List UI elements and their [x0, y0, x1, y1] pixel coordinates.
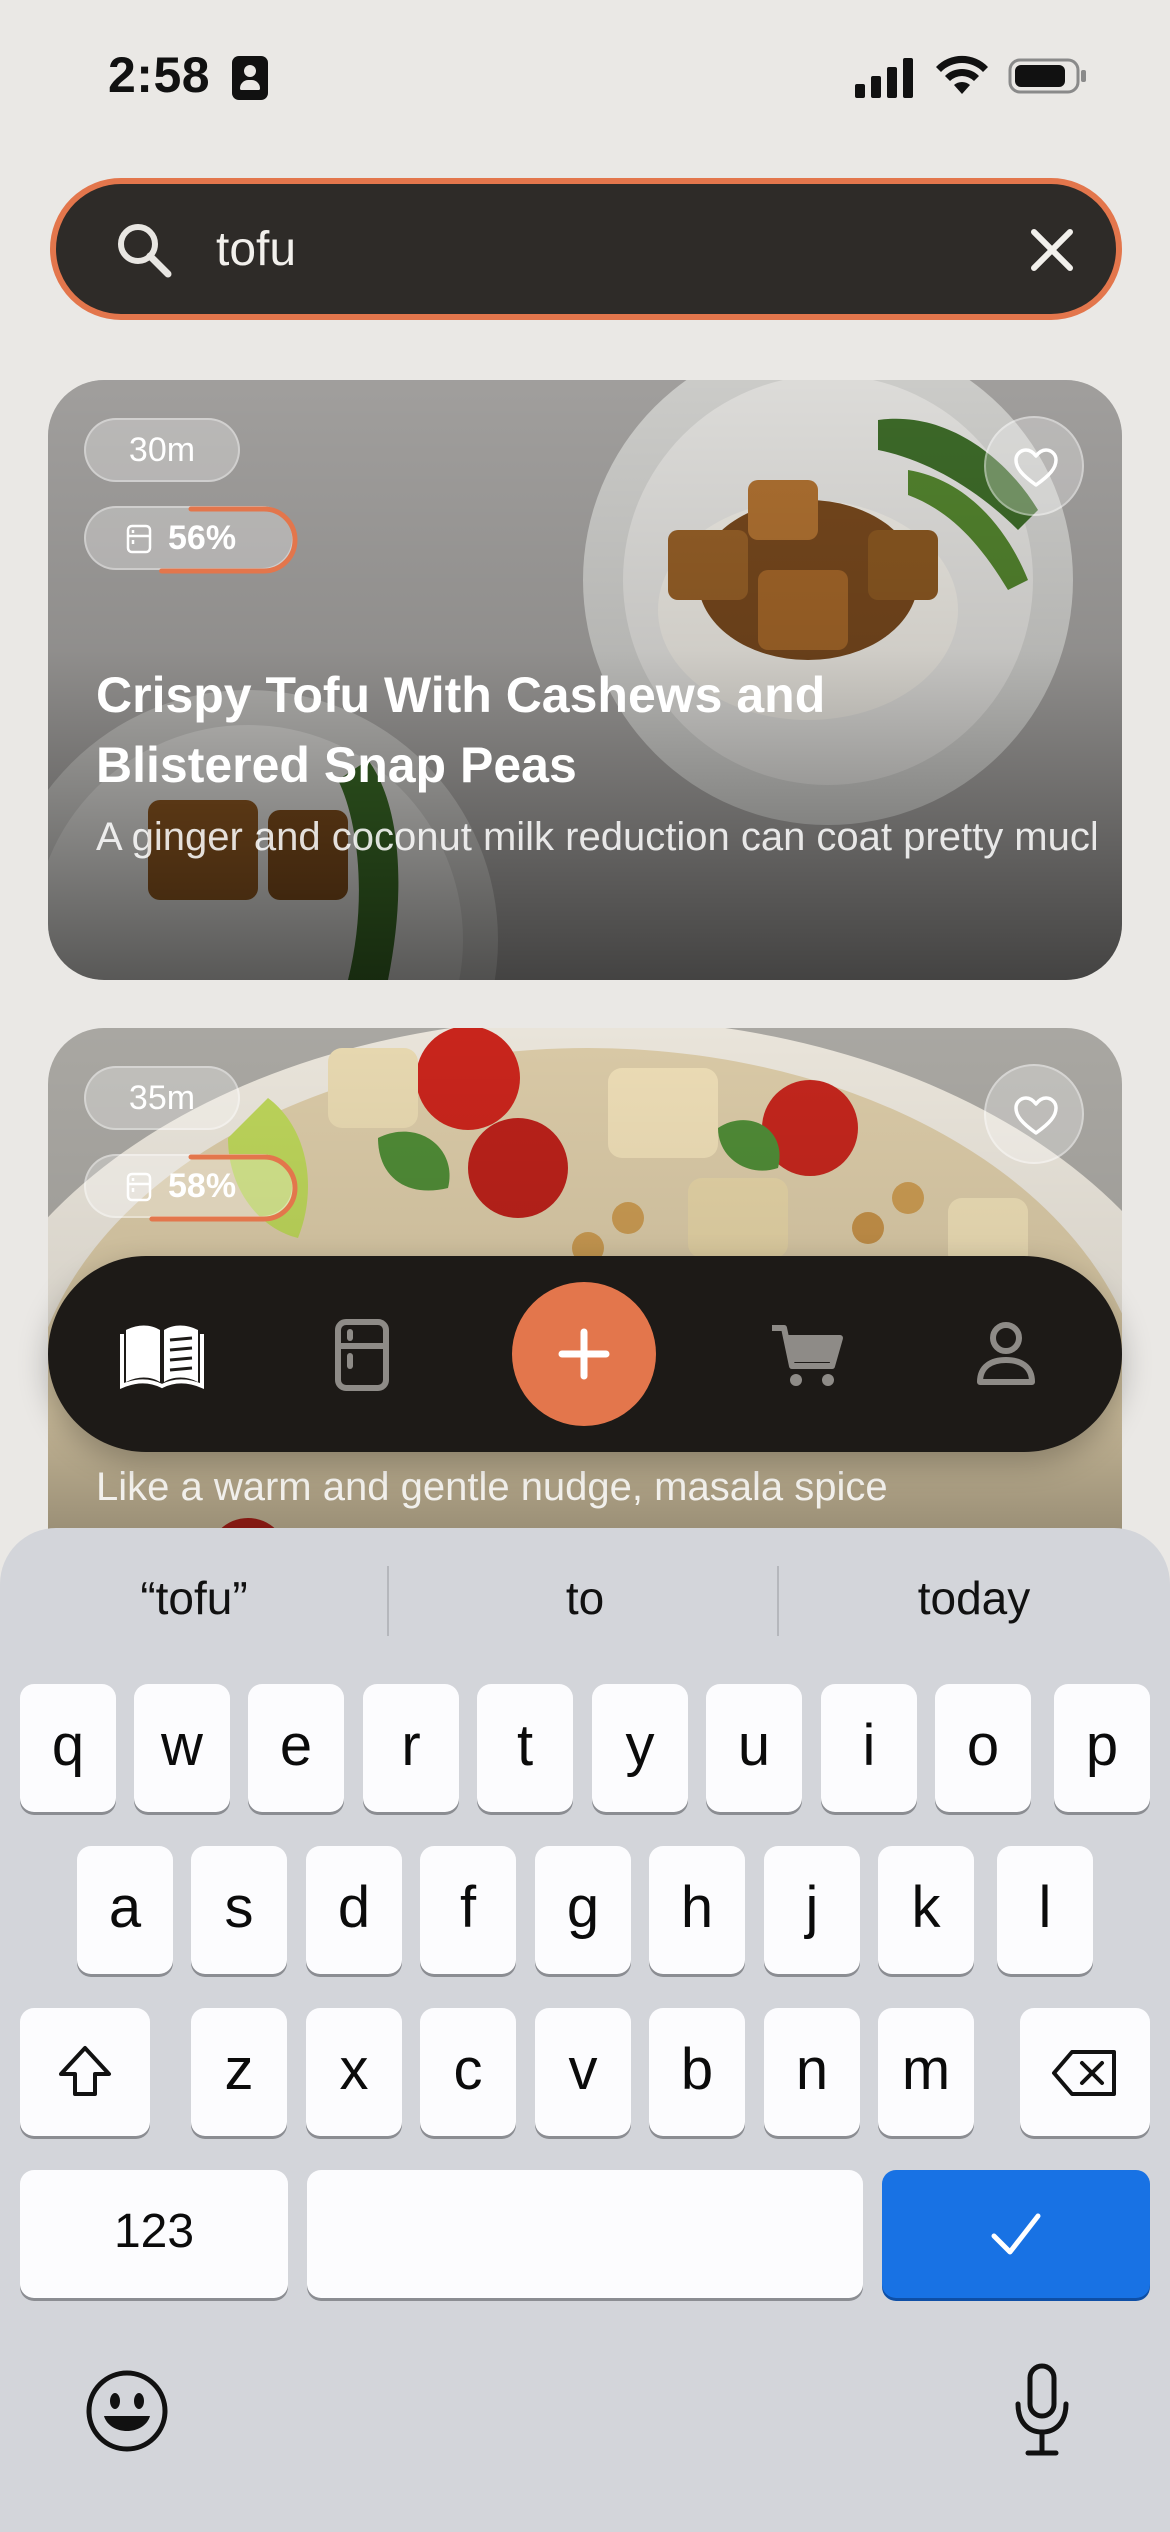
microphone-icon[interactable] — [1010, 2362, 1074, 2458]
status-bar: 2:58 — [0, 0, 1170, 150]
match-percent: 56% — [168, 519, 237, 557]
fridge-icon — [335, 1319, 389, 1391]
key-u[interactable]: u — [706, 1684, 802, 1812]
key-l[interactable]: l — [997, 1846, 1093, 1974]
key-q[interactable]: q — [20, 1684, 116, 1812]
suggestion-divider — [387, 1566, 389, 1636]
key-a[interactable]: a — [77, 1846, 173, 1974]
key-w[interactable]: w — [134, 1684, 230, 1812]
tab-bar — [48, 1256, 1122, 1452]
suggestion-3[interactable]: today — [780, 1548, 1168, 1648]
key-j[interactable]: j — [764, 1846, 860, 1974]
key-b[interactable]: b — [649, 2008, 745, 2136]
key-z[interactable]: z — [191, 2008, 287, 2136]
recipe-description: A ginger and coconut milk reduction can … — [96, 815, 1096, 859]
recipe-title: Crispy Tofu With Cashews and Blistered S… — [96, 667, 826, 793]
suggestion-2[interactable]: to — [391, 1548, 779, 1648]
add-recipe-button[interactable] — [512, 1282, 656, 1426]
space-key[interactable] — [307, 2170, 863, 2298]
cellular-signal-icon — [855, 58, 913, 98]
status-time: 2:58 — [108, 47, 211, 103]
key-t[interactable]: t — [477, 1684, 573, 1812]
backspace-icon — [1052, 2050, 1116, 2096]
cart-icon — [772, 1325, 843, 1386]
shift-icon — [59, 2046, 111, 2096]
suggestion-divider — [777, 1566, 779, 1636]
clear-search-icon[interactable] — [1016, 214, 1088, 286]
tab-cart[interactable] — [756, 1304, 856, 1404]
recipe-card[interactable]: 30m 56% Crispy Tofu With Cashews and Bli… — [48, 380, 1122, 980]
key-f[interactable]: f — [420, 1846, 516, 1974]
predictive-bar: “tofu” to today — [0, 1548, 1170, 1648]
heart-icon — [1014, 448, 1058, 487]
book-icon — [120, 1325, 204, 1390]
key-r[interactable]: r — [363, 1684, 459, 1812]
key-x[interactable]: x — [306, 2008, 402, 2136]
focus-person-icon — [232, 56, 268, 100]
checkmark-icon — [991, 2213, 1041, 2255]
fridge-icon — [126, 524, 152, 554]
key-e[interactable]: e — [248, 1684, 344, 1812]
emoji-icon[interactable] — [84, 2368, 170, 2454]
wifi-icon — [936, 55, 988, 94]
key-o[interactable]: o — [935, 1684, 1031, 1812]
key-s[interactable]: s — [191, 1846, 287, 1974]
key-g[interactable]: g — [535, 1846, 631, 1974]
tab-recipes[interactable] — [112, 1304, 212, 1404]
person-icon — [977, 1322, 1035, 1385]
heart-icon — [1014, 1096, 1058, 1135]
key-n[interactable]: n — [764, 2008, 860, 2136]
pantry-match-badge: 56% — [84, 506, 298, 574]
fridge-icon — [126, 1172, 152, 1202]
screen: 2:58 tofu 30m 56% Crispy Tofu With Cashe… — [0, 0, 1170, 2532]
pantry-match-badge: 58% — [84, 1154, 298, 1222]
delete-key[interactable] — [1020, 2008, 1150, 2136]
battery-icon — [1008, 58, 1086, 94]
key-k[interactable]: k — [878, 1846, 974, 1974]
key-i[interactable]: i — [821, 1684, 917, 1812]
shift-key[interactable] — [20, 2008, 150, 2136]
favorite-button[interactable] — [984, 1064, 1084, 1164]
key-y[interactable]: y — [592, 1684, 688, 1812]
numbers-key[interactable]: 123 — [20, 2170, 288, 2298]
search-input[interactable] — [216, 206, 1016, 292]
plus-icon — [558, 1328, 610, 1380]
key-v[interactable]: v — [535, 2008, 631, 2136]
suggestion-1[interactable]: “tofu” — [0, 1548, 388, 1648]
key-m[interactable]: m — [878, 2008, 974, 2136]
tab-profile[interactable] — [956, 1304, 1056, 1404]
cook-time-badge: 30m — [84, 418, 240, 482]
cook-time-badge: 35m — [84, 1066, 240, 1130]
search-bar[interactable] — [50, 178, 1122, 320]
match-percent: 58% — [168, 1167, 237, 1205]
recipe-description: Like a warm and gentle nudge, masala spi… — [96, 1465, 888, 1509]
favorite-button[interactable] — [984, 416, 1084, 516]
key-d[interactable]: d — [306, 1846, 402, 1974]
key-c[interactable]: c — [420, 2008, 516, 2136]
key-h[interactable]: h — [649, 1846, 745, 1974]
return-key[interactable] — [882, 2170, 1150, 2298]
search-icon — [118, 224, 172, 278]
tab-pantry[interactable] — [312, 1304, 412, 1404]
key-p[interactable]: p — [1054, 1684, 1150, 1812]
